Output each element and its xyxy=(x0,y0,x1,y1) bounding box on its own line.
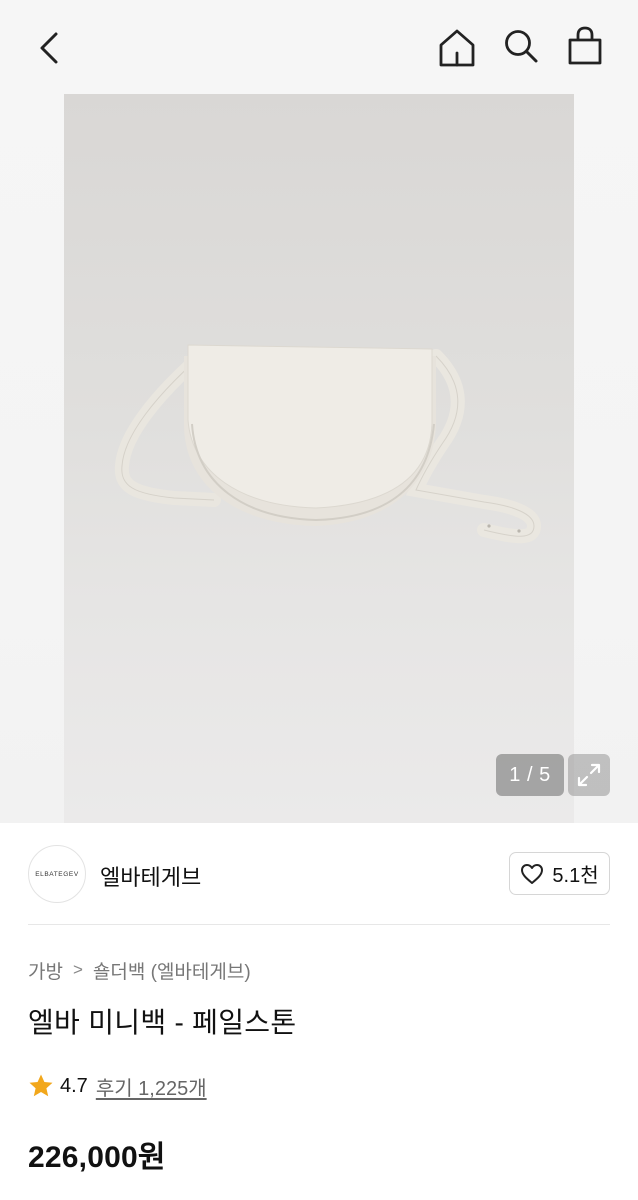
chevron-left-icon xyxy=(40,32,58,64)
product-image[interactable] xyxy=(64,94,574,823)
like-button[interactable]: 5.1천 xyxy=(509,852,610,895)
expand-icon xyxy=(577,763,601,787)
shopping-bag-button[interactable] xyxy=(561,22,609,70)
image-page-counter: 1 / 5 xyxy=(496,754,564,796)
expand-image-button[interactable] xyxy=(568,754,610,796)
search-icon xyxy=(505,30,538,63)
search-button[interactable] xyxy=(497,22,545,70)
breadcrumb: 가방 > 숄더백 (엘바테게브) xyxy=(28,957,251,983)
breadcrumb-item-category[interactable]: 가방 xyxy=(28,957,63,984)
breadcrumb-item-subcategory[interactable]: 숄더백 (엘바테게브) xyxy=(93,957,251,984)
star-icon xyxy=(29,1074,53,1097)
like-count: 5.1천 xyxy=(552,865,599,887)
brand-name[interactable]: 엘바테게브 xyxy=(100,860,201,892)
rating-value: 4.7 xyxy=(60,1074,88,1097)
product-gallery[interactable]: 1 / 5 xyxy=(0,0,638,823)
brand-row: ELBATEGEV 엘바테게브 5.1천 xyxy=(0,823,638,925)
divider xyxy=(28,924,610,925)
home-button[interactable] xyxy=(433,24,481,72)
review-count-link[interactable]: 후기 1,225개 xyxy=(96,1072,207,1101)
heart-icon xyxy=(521,863,544,884)
shopping-bag-icon xyxy=(568,26,602,65)
rating-row: 4.7 후기 1,225개 xyxy=(28,1071,207,1101)
breadcrumb-separator: > xyxy=(72,960,83,979)
back-button[interactable] xyxy=(26,24,74,72)
product-title: 엘바 미니백 - 페일스톤 xyxy=(28,1007,297,1038)
brand-logo[interactable]: ELBATEGEV xyxy=(28,845,86,903)
top-navigation xyxy=(0,0,638,96)
product-price: 226,000원 xyxy=(28,1141,166,1174)
home-icon xyxy=(439,29,475,67)
bag-illustration xyxy=(114,344,542,544)
